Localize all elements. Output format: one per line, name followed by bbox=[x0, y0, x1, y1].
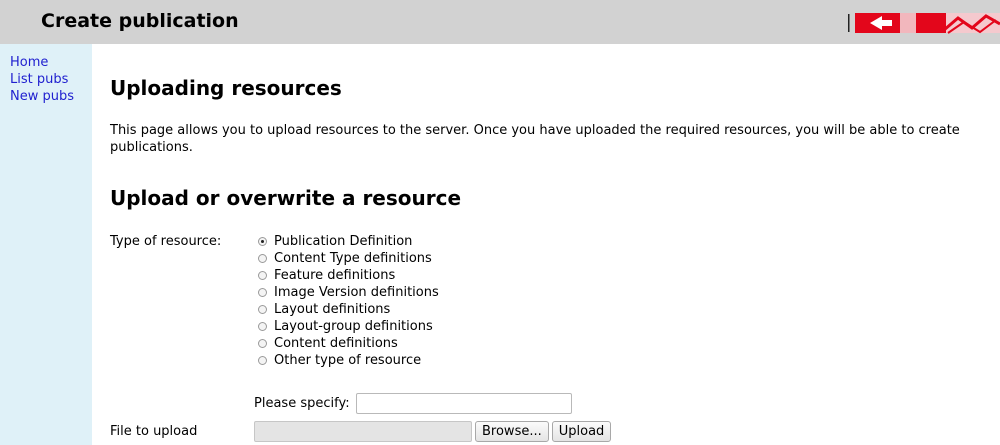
radio-option-image-version-definitions[interactable]: Image Version definitions bbox=[258, 284, 439, 301]
page-title: Create publication bbox=[41, 10, 239, 32]
radio-option-content-type-definitions[interactable]: Content Type definitions bbox=[258, 250, 439, 267]
radio-label: Content definitions bbox=[274, 336, 398, 351]
radio-option-layout-group-definitions[interactable]: Layout-group definitions bbox=[258, 318, 439, 335]
radio-button[interactable] bbox=[258, 237, 267, 246]
section-heading-upload: Upload or overwrite a resource bbox=[110, 186, 462, 210]
radio-button[interactable] bbox=[258, 271, 267, 280]
file-to-upload-label: File to upload bbox=[110, 424, 198, 439]
radio-label: Image Version definitions bbox=[274, 285, 439, 300]
resource-type-label: Type of resource: bbox=[110, 234, 222, 249]
radio-option-other-type-of-resource[interactable]: Other type of resource bbox=[258, 352, 439, 369]
sidebar: Home List pubs New pubs bbox=[0, 44, 92, 445]
sidebar-item-list-pubs[interactable]: List pubs bbox=[0, 71, 92, 88]
browse-button[interactable]: Browse... bbox=[475, 421, 549, 442]
radio-label: Layout-group definitions bbox=[274, 319, 433, 334]
radio-option-publication-definition[interactable]: Publication Definition bbox=[258, 233, 439, 250]
radio-button[interactable] bbox=[258, 288, 267, 297]
radio-option-feature-definitions[interactable]: Feature definitions bbox=[258, 267, 439, 284]
sidebar-nav: Home List pubs New pubs bbox=[0, 54, 92, 105]
radio-label: Publication Definition bbox=[274, 234, 413, 249]
radio-option-content-definitions[interactable]: Content definitions bbox=[258, 335, 439, 352]
resource-type-radio-group: Publication Definition Content Type defi… bbox=[258, 233, 439, 369]
intro-text: This page allows you to upload resources… bbox=[110, 123, 960, 155]
radio-label: Layout definitions bbox=[274, 302, 391, 317]
radio-button[interactable] bbox=[258, 356, 267, 365]
radio-option-layout-definitions[interactable]: Layout definitions bbox=[258, 301, 439, 318]
radio-label: Other type of resource bbox=[274, 353, 422, 368]
sidebar-item-new-pubs[interactable]: New pubs bbox=[0, 88, 92, 105]
file-path-field[interactable] bbox=[254, 421, 472, 442]
upload-button[interactable]: Upload bbox=[551, 421, 612, 442]
radio-button[interactable] bbox=[258, 322, 267, 331]
sidebar-item-home[interactable]: Home bbox=[0, 54, 92, 71]
file-upload-row: Browse... Upload bbox=[254, 421, 612, 442]
radio-button[interactable] bbox=[258, 305, 267, 314]
specify-input[interactable] bbox=[355, 393, 572, 414]
radio-label: Content Type definitions bbox=[274, 251, 432, 266]
radio-button[interactable] bbox=[258, 254, 267, 263]
title-bar: Create publication bbox=[0, 0, 1000, 44]
specify-row: Please specify: bbox=[254, 393, 572, 414]
section-heading-uploading: Uploading resources bbox=[110, 76, 342, 100]
radio-label: Feature definitions bbox=[274, 268, 396, 283]
specify-label: Please specify: bbox=[254, 396, 350, 411]
brand-logo-icon bbox=[848, 13, 1000, 34]
radio-button[interactable] bbox=[258, 339, 267, 348]
